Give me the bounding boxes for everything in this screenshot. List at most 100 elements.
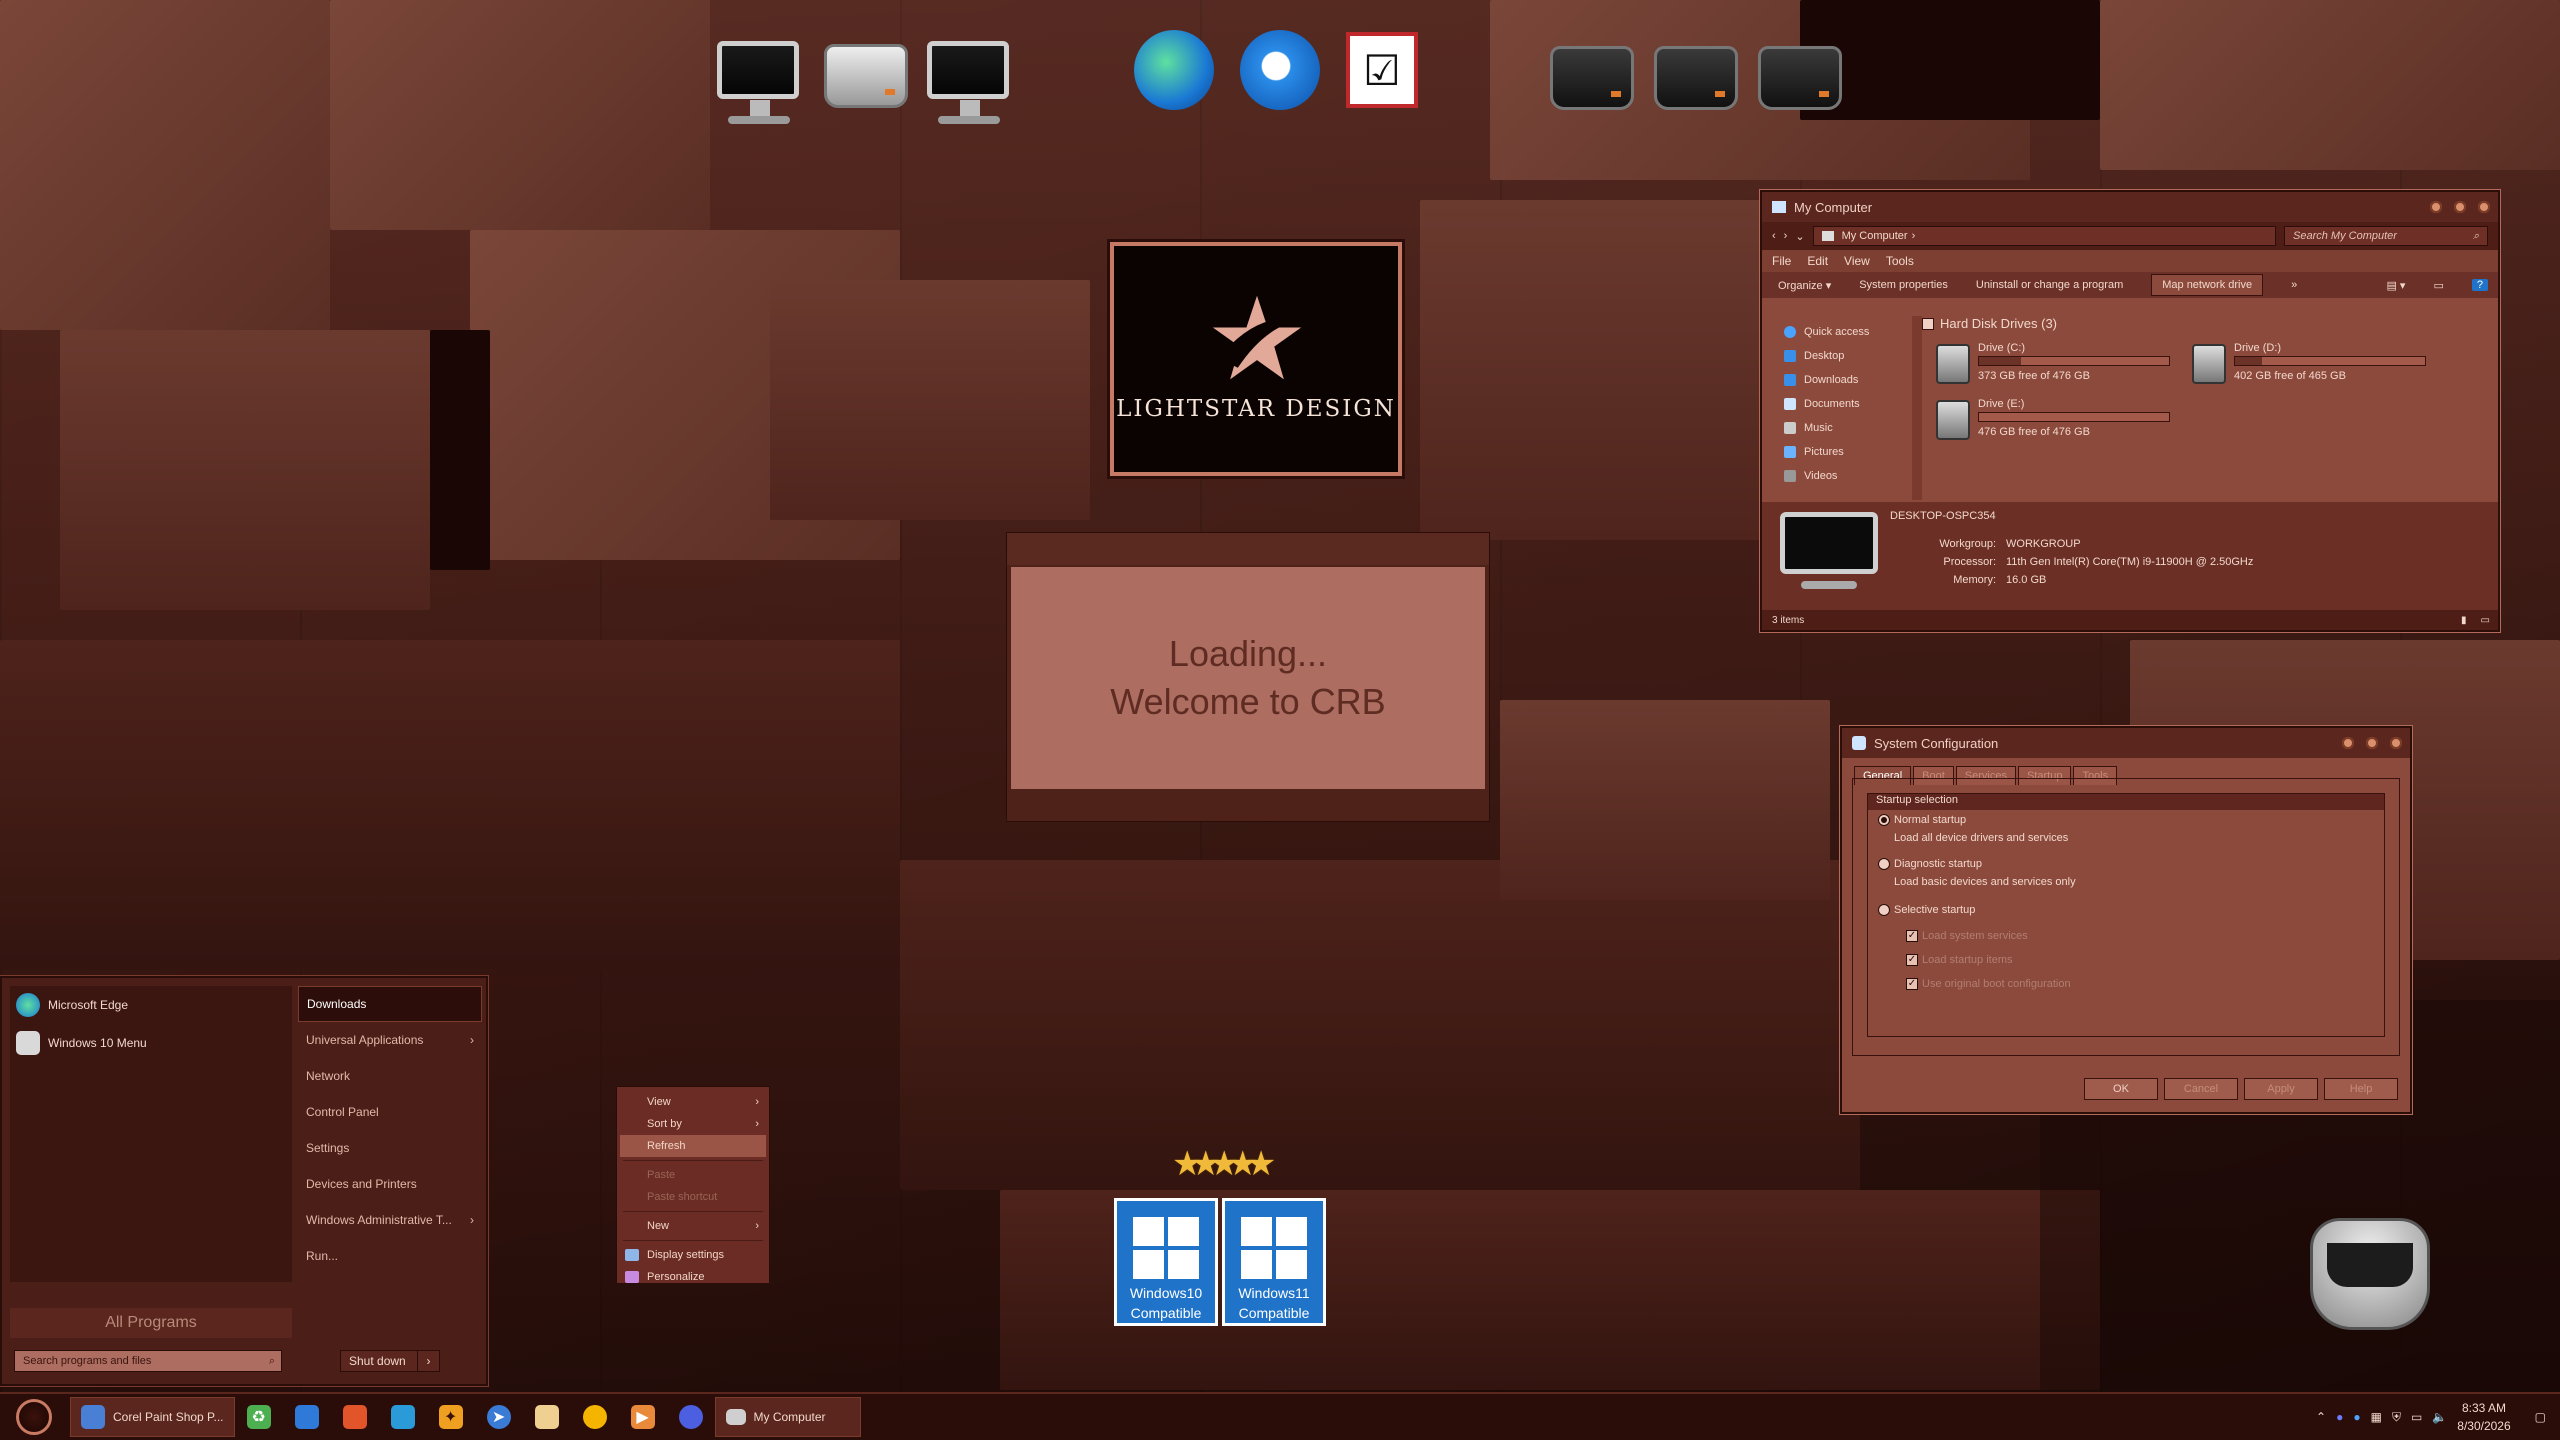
drive-icon[interactable] [1650,32,1742,124]
ctx-refresh[interactable]: Refresh [620,1135,766,1157]
start-run[interactable]: Run... [298,1238,482,1274]
group-header[interactable]: Hard Disk Drives (3) [1922,316,2488,331]
ctx-new[interactable]: New › [617,1215,769,1237]
diagnostic-startup-radio[interactable]: Diagnostic startup [1878,858,1982,870]
cancel-button[interactable]: Cancel [2164,1078,2238,1100]
system-properties-button[interactable]: System properties [1859,279,1948,291]
apply-button[interactable]: Apply [2244,1078,2318,1100]
ctx-paste[interactable]: Paste [617,1164,769,1186]
drive-icon[interactable] [1546,32,1638,124]
load-startup-items-check[interactable]: ✓ Load startup items [1906,954,2013,966]
ctx-personalize[interactable]: Personalize [617,1266,769,1288]
normal-startup-radio[interactable]: Normal startup [1878,814,1966,826]
security-icon[interactable]: ⛨ [2392,1410,2401,1425]
satellite-dish-icon[interactable] [922,24,1014,124]
shutdown-button[interactable]: Shut down › [340,1350,440,1372]
nav-documents[interactable]: Documents [1772,392,1906,416]
monitor-icon[interactable] [712,24,804,124]
start-button[interactable] [16,1399,52,1435]
taskbar-my-computer[interactable]: My Computer [714,1397,861,1437]
minimize-button[interactable] [2342,737,2354,749]
preview-pane-icon[interactable]: ▭ [2433,279,2443,292]
minimize-button[interactable] [2430,201,2442,213]
menu-file[interactable]: File [1772,254,1791,268]
network-icon[interactable]: ▭ [2411,1410,2422,1424]
taskbar-pin[interactable]: ✦ [427,1397,475,1437]
taskbar-pin[interactable] [571,1397,619,1437]
volume-icon[interactable]: 🔈 [2432,1410,2447,1424]
taskbar-paintshop[interactable]: Corel Paint Shop P... [70,1397,235,1437]
chevron-down-icon[interactable]: ⌄ [1795,230,1804,243]
pinned-edge[interactable]: Microsoft Edge [10,986,292,1024]
nav-quick-access[interactable]: Quick access [1772,320,1906,344]
start-devices-printers[interactable]: Devices and Printers [298,1166,482,1202]
drive-c[interactable]: Drive (C:) 373 GB free of 476 GB [1936,338,2196,386]
close-button[interactable] [2478,201,2490,213]
taskbar-pin[interactable] [523,1397,571,1437]
taskbar-pin[interactable]: ♻ [235,1397,283,1437]
menu-edit[interactable]: Edit [1807,254,1828,268]
my-computer-window[interactable]: My Computer ‹ › ⌄ My Computer › Search M… [1760,190,2500,632]
system-configuration-window[interactable]: System Configuration General Boot Servic… [1840,726,2412,1114]
ctx-paste-shortcut[interactable]: Paste shortcut [617,1186,769,1208]
tray-app-icon[interactable]: ● [2336,1410,2343,1424]
drive-e[interactable]: Drive (E:) 476 GB free of 476 GB [1936,394,2196,442]
clock[interactable]: 8:33 AM 8/30/2026 [2457,1399,2510,1435]
notification-icon[interactable]: ▢ [2535,1410,2546,1424]
nav-desktop[interactable]: Desktop [1772,344,1906,368]
maximize-button[interactable] [2366,737,2378,749]
menu-tools[interactable]: Tools [1886,254,1914,268]
ctx-view[interactable]: View › [617,1091,769,1113]
nav-music[interactable]: Music [1772,416,1906,440]
map-network-drive-button[interactable]: Map network drive [2151,274,2264,296]
maximize-button[interactable] [2454,201,2466,213]
load-system-services-check[interactable]: ✓ Load system services [1906,930,2028,942]
taskbar-pin[interactable]: ➤ [475,1397,523,1437]
drive-d[interactable]: Drive (D:) 402 GB free of 465 GB [2192,338,2452,386]
uninstall-program-button[interactable]: Uninstall or change a program [1976,279,2123,291]
ctx-sort-by[interactable]: Sort by › [617,1113,769,1135]
more-icon[interactable]: » [2291,279,2297,291]
selective-startup-radio[interactable]: Selective startup [1878,904,1975,916]
organize-button[interactable]: Organize ▾ [1778,279,1831,292]
help-icon[interactable]: ? [2471,279,2488,291]
forward-icon[interactable]: › [1784,230,1788,242]
ctx-display-settings[interactable]: Display settings [617,1244,769,1266]
start-universal-apps[interactable]: Universal Applications › [298,1022,482,1058]
window-titlebar[interactable]: System Configuration [1842,728,2410,758]
start-settings[interactable]: Settings [298,1130,482,1166]
nav-videos[interactable]: Videos [1772,464,1906,488]
checklist-icon[interactable]: ☑ [1336,24,1428,116]
start-network[interactable]: Network [298,1058,482,1094]
chevron-right-icon[interactable]: › [417,1351,439,1371]
tray-app-icon[interactable]: ▦ [2371,1410,2382,1424]
start-admin-tools[interactable]: Windows Administrative T... › [298,1202,482,1238]
taskbar-pin[interactable] [331,1397,379,1437]
details-view-icon[interactable]: ▮ [2461,615,2467,626]
tiles-view-icon[interactable]: ▭ [2481,615,2490,626]
window-titlebar[interactable]: My Computer [1762,192,2498,222]
ok-button[interactable]: OK [2084,1078,2158,1100]
edge-eagle-icon[interactable] [1128,24,1220,116]
taskbar-pin[interactable] [283,1397,331,1437]
drive-icon[interactable] [1754,32,1846,124]
start-search-input[interactable]: Search programs and files ⌕ [14,1350,282,1372]
tray-app-icon[interactable]: ● [2353,1410,2360,1424]
taskbar-pin[interactable] [379,1397,427,1437]
taskbar-pin[interactable]: ▶ [619,1397,667,1437]
all-programs-button[interactable]: All Programs [10,1308,292,1338]
nav-scrollbar[interactable] [1912,316,1922,500]
thunderbird-icon[interactable] [1234,24,1326,116]
search-input[interactable]: Search My Computer ⌕ [2284,226,2488,246]
media-player-icon[interactable] [820,30,912,122]
show-hidden-icon[interactable]: ⌃ [2316,1410,2326,1424]
start-downloads[interactable]: Downloads [298,986,482,1022]
back-icon[interactable]: ‹ [1772,230,1776,242]
menu-view[interactable]: View [1844,254,1870,268]
start-control-panel[interactable]: Control Panel [298,1094,482,1130]
view-options-icon[interactable]: ▤ ▾ [2386,279,2405,292]
address-bar[interactable]: My Computer › [1812,226,2276,246]
nav-pictures[interactable]: Pictures [1772,440,1906,464]
close-button[interactable] [2390,737,2402,749]
help-button[interactable]: Help [2324,1078,2398,1100]
